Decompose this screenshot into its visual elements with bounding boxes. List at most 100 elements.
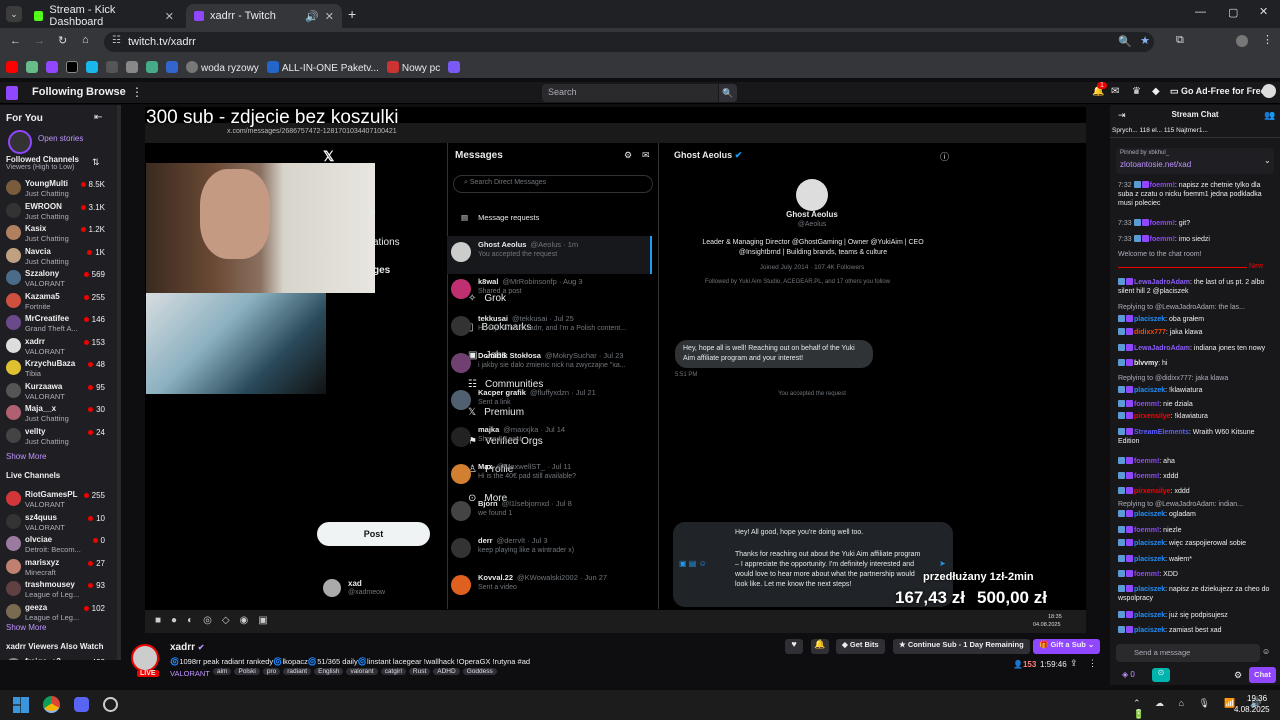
dm-item[interactable]: Kacper grafik @fluffyxdzn · Jul 21 Sent a … bbox=[447, 384, 652, 422]
vimeo-icon[interactable] bbox=[86, 61, 98, 73]
sidebar-channel[interactable]: KrzychuBaza Tibia 48 bbox=[0, 357, 117, 379]
tag-chip[interactable]: aim bbox=[213, 668, 232, 675]
chat-username[interactable]: placiszek bbox=[1134, 556, 1165, 563]
chat-username[interactable]: foemm! bbox=[1150, 220, 1175, 227]
reload-icon[interactable]: ↻ bbox=[58, 34, 67, 47]
ad-free-button[interactable]: ▭ Go Ad-Free for Free bbox=[1170, 86, 1266, 97]
chat-username[interactable]: placiszek bbox=[1134, 511, 1165, 518]
sidebar-channel[interactable]: geeza League of Leg... 102 bbox=[0, 601, 117, 623]
chat-username[interactable]: LewaJadroAdam bbox=[1134, 279, 1190, 286]
pinned-message[interactable]: Pinned by xbkhul_ zlotoantosie.net/xad ⌄ bbox=[1116, 148, 1274, 174]
sort-icon[interactable]: ⇅ bbox=[92, 157, 100, 168]
chat-username[interactable]: foemm! bbox=[1134, 473, 1159, 480]
new-tab-button[interactable]: + bbox=[348, 6, 356, 22]
dm-item[interactable]: Bjorn @l1lsebjornxd · Jul 8 we found 1 bbox=[447, 495, 652, 533]
dm-item[interactable]: majka @maxxjka · Jul 14 Shared a post bbox=[447, 421, 652, 459]
chat-users-icon[interactable]: 👥 bbox=[1264, 110, 1275, 121]
sidebar-channel[interactable]: Navcia Just Chatting 1K bbox=[0, 245, 117, 267]
prediction-icon[interactable]: ⊙ bbox=[1152, 668, 1170, 682]
chat-username[interactable]: didixx777 bbox=[1134, 329, 1166, 336]
bookmark-icon[interactable] bbox=[146, 61, 158, 73]
close-icon[interactable]: ✕ bbox=[165, 10, 174, 23]
audio-icon[interactable]: 🔊 bbox=[305, 10, 319, 23]
profile-icon[interactable] bbox=[1236, 35, 1248, 47]
chat-username[interactable]: foemm! bbox=[1134, 571, 1159, 578]
chat-settings-icon[interactable]: ⚙ bbox=[1234, 670, 1242, 681]
folder-icon[interactable] bbox=[126, 61, 138, 73]
chat-username[interactable]: foemm! bbox=[1134, 527, 1159, 534]
x-icon[interactable] bbox=[66, 61, 78, 73]
more-options-icon[interactable]: ⋮ bbox=[1088, 658, 1097, 669]
tag-chip[interactable]: radiant bbox=[283, 668, 312, 675]
twitch-icon[interactable] bbox=[46, 61, 58, 73]
sidebar-channel[interactable]: MrCreatifee Grand Theft A... 146 bbox=[0, 312, 117, 334]
obs-icon[interactable] bbox=[103, 697, 118, 712]
search-input[interactable]: Search bbox=[542, 84, 718, 102]
crown-icon[interactable]: ♛ bbox=[1132, 86, 1141, 97]
bookmark-nowy-pc[interactable]: Nowy pc bbox=[386, 60, 440, 74]
emote-icon[interactable]: ☺ bbox=[1262, 647, 1270, 656]
dm-item[interactable]: Max @MaxwellST_ · Jul 11 Hi is the 40€ pad… bbox=[447, 458, 652, 496]
sidebar-channel[interactable]: Kasix Just Chatting 1.2K bbox=[0, 222, 117, 244]
user-avatar[interactable] bbox=[1262, 84, 1276, 98]
sidebar-channel[interactable]: YoungMulti Just Chatting 8.5K bbox=[0, 177, 117, 199]
forward-icon[interactable]: → bbox=[34, 35, 45, 47]
maximize-button[interactable]: ▢ bbox=[1228, 6, 1238, 19]
minimize-button[interactable]: — bbox=[1195, 6, 1206, 18]
more-icon[interactable]: ⋮ bbox=[131, 85, 143, 99]
sidebar-channel[interactable]: vellty Just Chatting 24 bbox=[0, 425, 117, 447]
twitch-logo-icon[interactable] bbox=[6, 86, 18, 100]
chat-username[interactable]: placiszek bbox=[1134, 586, 1165, 593]
back-icon[interactable]: ← bbox=[10, 35, 21, 47]
tab-twitch[interactable]: xadrr - Twitch 🔊 ✕ bbox=[186, 4, 342, 28]
tag-chip[interactable]: valorant bbox=[346, 668, 378, 675]
sidebar-channel[interactable]: Maja__x Just Chatting 30 bbox=[0, 402, 117, 424]
dm-item[interactable]: Ghost Aeolus @Aeolus · 1m You accepted the… bbox=[447, 236, 652, 274]
chat-username[interactable]: foemm! bbox=[1150, 182, 1175, 189]
sidebar-channel[interactable]: xadrr VALORANT 153 bbox=[0, 335, 117, 357]
dm-item[interactable]: derr @derrvlt · Jul 3 keep playing like a … bbox=[447, 532, 652, 570]
sidebar-channel[interactable]: Kurzaawa VALORANT 95 bbox=[0, 380, 117, 402]
bookmark-icon[interactable] bbox=[26, 61, 38, 73]
chat-username[interactable]: placiszek bbox=[1134, 627, 1165, 634]
site-info-icon[interactable]: ☷ bbox=[112, 35, 121, 46]
message-requests-link[interactable]: ▤ Message requests bbox=[461, 213, 539, 222]
chrome-icon[interactable] bbox=[43, 696, 60, 713]
bookmark-icon[interactable] bbox=[448, 61, 461, 73]
tag-chip[interactable]: Rust bbox=[408, 668, 431, 675]
dm-item[interactable]: tekkusai @tekkusai · Jul 25 Hi, My name is… bbox=[447, 310, 652, 348]
sidebar-channel[interactable]: RiotGamesPL VALORANT 255 bbox=[0, 488, 117, 510]
sidebar-channel[interactable]: sz4quus VALORANT 10 bbox=[0, 511, 117, 533]
bookmark-icon[interactable] bbox=[166, 61, 178, 73]
chat-username[interactable]: foemm! bbox=[1134, 401, 1159, 408]
tag-chip[interactable]: pro bbox=[262, 668, 281, 675]
gift-sub-button[interactable]: 🎁 Gift a Sub ⌄ bbox=[1033, 639, 1101, 654]
extensions-icon[interactable]: ⧉ bbox=[1176, 34, 1184, 47]
chat-input[interactable]: Send a message bbox=[1116, 644, 1260, 662]
dm-item[interactable]: Dominik Stokłosa @MokrySuchar · Jul 23 i j… bbox=[447, 347, 652, 385]
tab-list-button[interactable]: ⌄ bbox=[6, 6, 22, 22]
search-button[interactable]: 🔍 bbox=[719, 84, 737, 102]
sidebar-channel[interactable]: Szzalony VALORANT 569 bbox=[0, 267, 117, 289]
x-user-avatar[interactable] bbox=[323, 579, 341, 597]
zoom-icon[interactable]: 🔍 bbox=[1118, 35, 1132, 48]
open-stories-link[interactable]: Open stories bbox=[38, 134, 83, 143]
dm-item[interactable]: Kovval.22 @KWowalski2002 · Jun 27 Sent a v… bbox=[447, 569, 652, 607]
follow-heart-button[interactable]: ♥ bbox=[785, 639, 803, 654]
sidebar-channel[interactable]: EWROON Just Chatting 3.1K bbox=[0, 200, 117, 222]
tag-chip[interactable]: Goddess bbox=[462, 668, 497, 675]
nav-browse[interactable]: Browse bbox=[86, 86, 126, 98]
stream-game[interactable]: VALORANT bbox=[170, 669, 210, 678]
sidebar-channel[interactable]: frajgo_+2VALORANT423 bbox=[0, 655, 117, 660]
chat-username[interactable]: LewaJadroAdam bbox=[1134, 345, 1190, 352]
bookmark-star-icon[interactable]: ★ bbox=[1140, 34, 1150, 47]
notify-bell-button[interactable]: 🔔 bbox=[811, 639, 829, 654]
share-icon[interactable]: ⇪ bbox=[1070, 658, 1078, 669]
media-icon[interactable]: ▣ ▤ ☺ bbox=[679, 559, 707, 568]
chat-username[interactable]: placiszek bbox=[1134, 316, 1165, 323]
stories-avatar[interactable] bbox=[8, 130, 32, 154]
chat-send-button[interactable]: Chat bbox=[1249, 667, 1276, 683]
window-close-button[interactable]: ✕ bbox=[1259, 5, 1268, 18]
close-icon[interactable]: ✕ bbox=[325, 10, 334, 23]
continue-sub-button[interactable]: ★ Continue Sub - 1 Day Remaining bbox=[893, 639, 1030, 654]
